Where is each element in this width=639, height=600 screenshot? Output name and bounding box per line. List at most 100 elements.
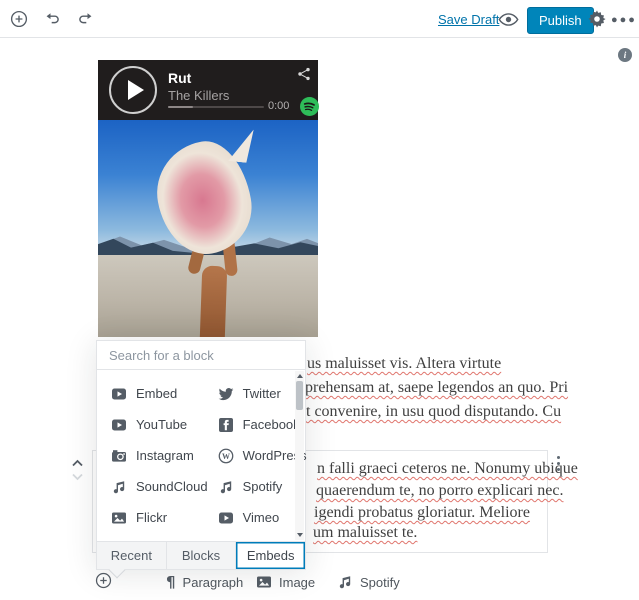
youtube-icon xyxy=(112,419,126,430)
inserter-item-youtube[interactable]: YouTube xyxy=(101,409,208,440)
inserter-item-label: Twitter xyxy=(242,386,281,401)
svg-text:W: W xyxy=(222,451,230,460)
spotify-logo-icon[interactable] xyxy=(300,97,319,121)
scroll-up-icon[interactable] xyxy=(296,374,303,378)
move-down-icon[interactable] xyxy=(71,473,84,481)
inserter-plus-icon xyxy=(10,10,28,28)
move-up-icon[interactable] xyxy=(71,459,84,467)
block-options-button[interactable] xyxy=(557,456,560,471)
music-note-icon xyxy=(113,480,125,493)
paragraph-text-line[interactable]: n falli graeci ceteros ne. Nonumy ubique xyxy=(317,460,578,478)
inserter-item-label: Facebook xyxy=(242,417,300,432)
embed-video-icon xyxy=(112,388,126,399)
kebab-dot xyxy=(557,456,560,459)
paragraph-text-line[interactable]: um maluisset te. xyxy=(313,524,417,542)
wordpress-icon: W xyxy=(218,448,233,463)
tab-recent[interactable]: Recent xyxy=(97,542,167,569)
toolbar-item-label: Image xyxy=(279,574,316,590)
settings-gear-icon xyxy=(588,10,606,28)
paragraph-text-line[interactable]: igendi probatus gloriatur. Meliore xyxy=(314,504,530,522)
kebab-dot xyxy=(557,462,560,465)
preview-button[interactable] xyxy=(498,13,519,26)
block-list: Embed Twitter YouTube Facebook Instagram xyxy=(97,370,307,541)
elapsed-time: 0:00 xyxy=(268,100,290,112)
track-artist: The Killers xyxy=(168,88,230,103)
play-icon xyxy=(127,80,144,100)
paragraph-text-line[interactable]: quaerendum te, no porro explicari nec. xyxy=(316,482,563,500)
settings-button[interactable] xyxy=(588,10,606,28)
text-fragment: quaerendum te, no porro explicari nec. xyxy=(316,482,564,499)
save-draft-link[interactable]: Save Draft xyxy=(438,12,499,27)
text-fragment: n falli graeci ceteros ne. Nonumy ubique xyxy=(317,460,578,477)
play-button[interactable] xyxy=(109,66,157,114)
inserter-item-facebook[interactable]: Facebook xyxy=(208,409,307,440)
block-inserter-popup: Embed Twitter YouTube Facebook Instagram xyxy=(96,340,307,579)
publish-button[interactable]: Publish xyxy=(527,7,594,34)
inserter-tabs: Recent Blocks Embeds xyxy=(97,541,306,569)
photo-icon xyxy=(257,576,271,588)
twitter-icon xyxy=(218,387,233,400)
spotify-block-button[interactable]: Spotify xyxy=(337,574,400,590)
progress-bar[interactable] xyxy=(168,106,264,108)
album-arm xyxy=(199,265,228,337)
more-ellipsis-icon: ●●● xyxy=(611,14,637,26)
album-art-image xyxy=(98,120,318,337)
bottom-block-toolbar: ¶ Paragraph Image Spotify xyxy=(0,566,639,600)
editor-toolbar: Save Draft Publish ●●● xyxy=(0,0,639,38)
inserter-item-label: YouTube xyxy=(136,417,188,432)
facebook-icon xyxy=(218,417,233,432)
inserter-item-label: Instagram xyxy=(136,448,194,463)
text-fragment: um maluisset te. xyxy=(313,524,418,541)
scroll-down-icon[interactable] xyxy=(296,533,303,537)
inserter-item-label: Embed xyxy=(136,386,178,401)
paragraph-text-line[interactable]: t convenire, in usu quod disputando. Cu xyxy=(306,403,561,421)
text-fragment: us maluisset vis. Altera virtute xyxy=(307,355,502,372)
inserter-item-spotify[interactable]: Spotify xyxy=(208,471,307,502)
text-fragment: prehensam at, saepe legendos an quo. Pri xyxy=(305,379,569,396)
inserter-item-label: Vimeo xyxy=(242,510,280,525)
photo-icon xyxy=(112,512,126,523)
share-icon[interactable] xyxy=(297,67,311,86)
music-note-icon xyxy=(220,480,231,493)
inserter-item-vimeo[interactable]: Vimeo xyxy=(208,502,307,533)
redo-icon xyxy=(79,13,92,24)
inserter-plus-icon xyxy=(95,572,112,589)
popup-scrollbar[interactable] xyxy=(295,371,304,540)
editor-page: Save Draft Publish ●●● i Rut The Killers xyxy=(0,0,639,600)
scrollbar-thumb[interactable] xyxy=(296,381,303,410)
music-note-icon xyxy=(339,576,351,589)
redo-button[interactable] xyxy=(77,11,94,27)
undo-button[interactable] xyxy=(44,11,61,27)
inserter-item-soundcloud[interactable]: SoundCloud xyxy=(101,471,208,502)
inserter-item-flickr[interactable]: Flickr xyxy=(101,502,208,533)
camera-icon xyxy=(112,449,126,462)
tab-blocks[interactable]: Blocks xyxy=(167,542,237,569)
undo-icon xyxy=(46,13,59,24)
paragraph-icon: ¶ xyxy=(166,573,176,591)
paragraph-text-line[interactable]: prehensam at, saepe legendos an quo. Pri xyxy=(305,379,568,397)
more-options-button[interactable]: ●●● xyxy=(611,14,637,26)
inserter-item-wordpress[interactable]: W WordPress xyxy=(208,440,307,471)
image-block-button[interactable]: Image xyxy=(256,574,315,590)
inserter-item-twitter[interactable]: Twitter xyxy=(208,378,307,409)
add-block-button-bottom[interactable] xyxy=(95,572,112,589)
block-mover xyxy=(71,459,84,481)
vimeo-play-icon xyxy=(218,512,233,523)
tab-embeds[interactable]: Embeds xyxy=(236,542,306,569)
text-fragment: t convenire, in usu quod disputando. Cu xyxy=(306,403,562,420)
text-fragment: igendi probatus gloriatur. Meliore xyxy=(314,504,530,521)
spotify-embed-block[interactable]: Rut The Killers 0:00 xyxy=(98,60,319,337)
inserter-item-label: Flickr xyxy=(136,510,168,525)
track-title: Rut xyxy=(168,70,192,86)
inserter-item-label: SoundCloud xyxy=(136,479,208,494)
info-icon[interactable]: i xyxy=(618,48,632,62)
paragraph-text-line[interactable]: us maluisset vis. Altera virtute xyxy=(307,355,501,373)
inserter-item-embed[interactable]: Embed xyxy=(101,378,208,409)
preview-eye-icon xyxy=(498,13,519,26)
paragraph-block-button[interactable]: ¶ Paragraph xyxy=(166,573,243,591)
add-block-button[interactable] xyxy=(10,10,28,28)
inserter-item-instagram[interactable]: Instagram xyxy=(101,440,208,471)
inserter-item-label: Spotify xyxy=(242,479,283,494)
search-input[interactable] xyxy=(97,341,305,370)
toolbar-item-label: Spotify xyxy=(360,574,400,590)
